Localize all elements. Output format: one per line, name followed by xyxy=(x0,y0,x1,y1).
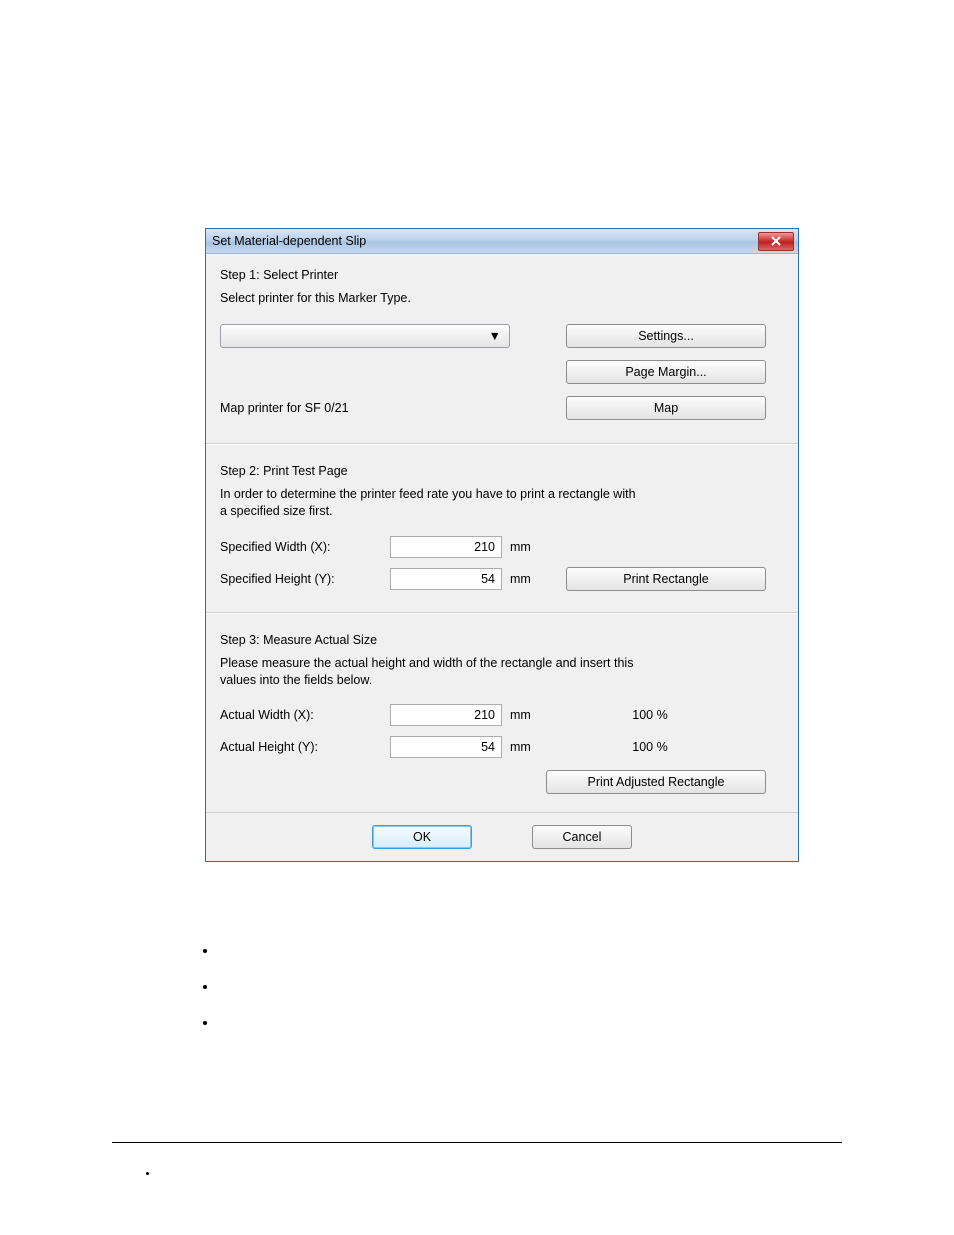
step-2-heading: Step 2: Print Test Page xyxy=(220,464,784,478)
step-2-section: Step 2: Print Test Page In order to dete… xyxy=(206,450,798,606)
chevron-down-icon: ▼ xyxy=(489,329,501,343)
print-adjusted-rectangle-button[interactable]: Print Adjusted Rectangle xyxy=(546,770,766,794)
horizontal-rule xyxy=(112,1142,842,1143)
actual-height-input[interactable] xyxy=(390,736,502,758)
step-1-section: Step 1: Select Printer Select printer fo… xyxy=(206,254,798,437)
dialog-set-material-dependent-slip: Set Material-dependent Slip Step 1: Sele… xyxy=(205,228,799,862)
step-3-heading: Step 3: Measure Actual Size xyxy=(220,633,784,647)
settings-button[interactable]: Settings... xyxy=(566,324,766,348)
specified-height-label: Specified Height (Y): xyxy=(220,572,390,586)
separator xyxy=(206,443,798,444)
specified-width-input[interactable] xyxy=(390,536,502,558)
unit-label: mm xyxy=(502,540,550,554)
page-margin-button[interactable]: Page Margin... xyxy=(566,360,766,384)
close-button[interactable] xyxy=(758,232,794,251)
specified-width-label: Specified Width (X): xyxy=(220,540,390,554)
step-1-instruction: Select printer for this Marker Type. xyxy=(220,290,640,307)
titlebar[interactable]: Set Material-dependent Slip xyxy=(206,229,798,254)
actual-width-label: Actual Width (X): xyxy=(220,708,390,722)
ok-button[interactable]: OK xyxy=(372,825,472,849)
bullet-list xyxy=(200,943,218,1051)
footnote-bullet xyxy=(140,1168,158,1179)
step-3-section: Step 3: Measure Actual Size Please measu… xyxy=(206,619,798,813)
close-icon xyxy=(770,236,782,246)
actual-height-percent: 100 % xyxy=(550,740,750,754)
specified-height-input[interactable] xyxy=(390,568,502,590)
cancel-button[interactable]: Cancel xyxy=(532,825,632,849)
step-2-instruction: In order to determine the printer feed r… xyxy=(220,486,640,520)
map-printer-label: Map printer for SF 0/21 xyxy=(220,401,510,415)
dialog-footer: OK Cancel xyxy=(206,812,798,861)
step-1-heading: Step 1: Select Printer xyxy=(220,268,784,282)
dialog-body: Step 1: Select Printer Select printer fo… xyxy=(206,254,798,861)
unit-label: mm xyxy=(502,740,550,754)
printer-select[interactable]: ▼ xyxy=(220,324,510,348)
step-3-instruction: Please measure the actual height and wid… xyxy=(220,655,640,689)
map-button[interactable]: Map xyxy=(566,396,766,420)
unit-label: mm xyxy=(502,572,550,586)
separator xyxy=(206,612,798,613)
dialog-title: Set Material-dependent Slip xyxy=(212,234,366,248)
unit-label: mm xyxy=(502,708,550,722)
actual-height-label: Actual Height (Y): xyxy=(220,740,390,754)
actual-width-input[interactable] xyxy=(390,704,502,726)
print-rectangle-button[interactable]: Print Rectangle xyxy=(566,567,766,591)
actual-width-percent: 100 % xyxy=(550,708,750,722)
